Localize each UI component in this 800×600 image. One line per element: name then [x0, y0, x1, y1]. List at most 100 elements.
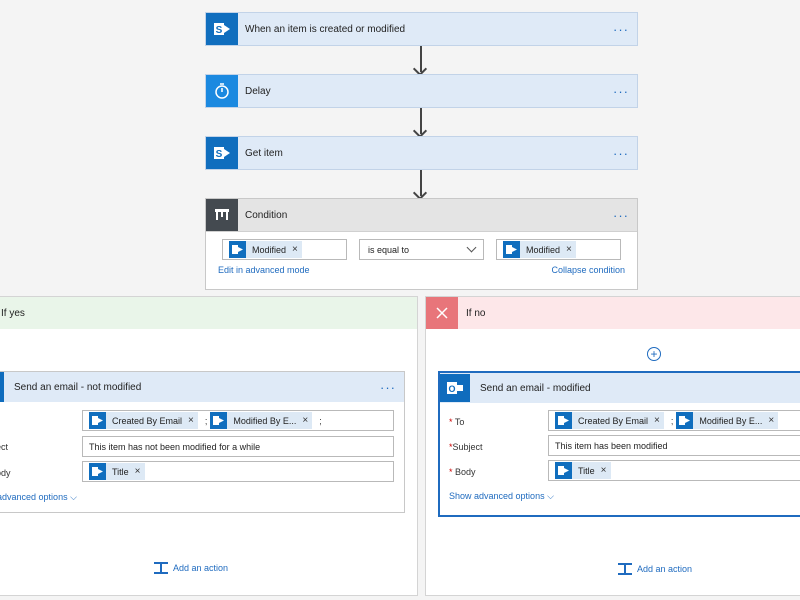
- remove-token-button[interactable]: ×: [654, 415, 660, 426]
- subject-value: This item has not been modified for a wh…: [89, 441, 261, 452]
- remove-token-button[interactable]: ×: [566, 244, 572, 255]
- delay-title: Delay: [245, 85, 271, 97]
- separator: ;: [204, 415, 208, 426]
- sharepoint-icon: [89, 412, 106, 429]
- subject-label: Subject: [0, 442, 9, 452]
- token-label: Modified By E...: [233, 415, 297, 426]
- condition-menu-button[interactable]: ···: [613, 209, 629, 222]
- show-advanced-label: Show advanced options: [449, 491, 545, 501]
- if-no-label: If no: [466, 307, 486, 319]
- add-action-label: Add an action: [637, 564, 693, 574]
- body-field[interactable]: Title ×: [548, 460, 800, 481]
- svg-text:S: S: [216, 25, 223, 36]
- subject-value: This item has been modified: [555, 440, 668, 451]
- trigger-step[interactable]: S When an item is created or modified ··…: [205, 12, 638, 46]
- get-item-step[interactable]: S Get item ···: [205, 136, 638, 170]
- trigger-title: When an item is created or modified: [245, 23, 406, 35]
- get-item-title: Get item: [245, 147, 283, 159]
- outlook-icon: [0, 372, 4, 402]
- chevron-down-icon: [466, 242, 477, 253]
- sharepoint-icon: [555, 412, 572, 429]
- insert-step-plus-icon[interactable]: +: [647, 347, 661, 361]
- token-title: Title ×: [89, 463, 145, 480]
- delay-step[interactable]: Delay ···: [205, 74, 638, 108]
- sharepoint-icon: S: [206, 13, 238, 45]
- edit-advanced-link[interactable]: Edit in advanced mode: [218, 265, 310, 275]
- collapse-condition-link[interactable]: Collapse condition: [551, 265, 625, 275]
- trigger-menu-button[interactable]: ···: [613, 23, 629, 36]
- subject-field[interactable]: This item has not been modified for a wh…: [82, 436, 394, 457]
- sharepoint-icon: [676, 412, 694, 429]
- send-email-title: Send an email - modified: [480, 382, 591, 394]
- remove-token-button[interactable]: ×: [601, 465, 607, 476]
- send-email-card: Send an email - not modified ··· Created…: [0, 371, 405, 513]
- show-advanced-label: Show advanced options: [0, 492, 68, 502]
- send-email-header[interactable]: O Send an email - modified: [440, 373, 800, 403]
- body-field[interactable]: Title ×: [82, 461, 394, 482]
- add-action-button[interactable]: Add an action: [617, 562, 692, 576]
- show-advanced-link[interactable]: Show advanced options ⌵: [0, 492, 77, 503]
- timer-icon: [206, 75, 238, 107]
- remove-token-button[interactable]: ×: [188, 415, 194, 426]
- token-modified-by-email: Modified By E... ×: [210, 412, 313, 429]
- condition-header[interactable]: Condition ···: [206, 199, 637, 232]
- token-modified-right: Modified ×: [503, 241, 576, 258]
- token-title: Title ×: [555, 462, 611, 479]
- if-no-header[interactable]: If no: [426, 297, 800, 329]
- remove-token-button[interactable]: ×: [135, 466, 141, 477]
- remove-token-button[interactable]: ×: [292, 244, 298, 255]
- add-action-icon: [154, 562, 168, 574]
- body-label-text: Body: [455, 467, 476, 477]
- sharepoint-icon: [89, 463, 106, 480]
- if-yes-header[interactable]: If yes: [0, 297, 417, 329]
- token-label: Title: [112, 466, 129, 477]
- subject-field[interactable]: This item has been modified: [548, 435, 800, 456]
- flow-arrow: [420, 46, 422, 72]
- sharepoint-icon: [555, 462, 572, 479]
- to-field[interactable]: Created By Email × ; Modified By E... × …: [82, 410, 394, 431]
- token-created-by-email: Created By Email ×: [89, 412, 198, 429]
- send-email-title: Send an email - not modified: [14, 381, 142, 393]
- to-label: * To: [449, 417, 465, 427]
- close-icon: [426, 297, 458, 329]
- chevron-down-icon: ⌵: [70, 492, 77, 502]
- subject-label: *Subject: [449, 442, 483, 452]
- to-field[interactable]: Created By Email × ; Modified By E... ×: [548, 410, 800, 431]
- add-action-button[interactable]: Add an action: [153, 561, 228, 575]
- condition-right-field[interactable]: Modified ×: [496, 239, 621, 260]
- delay-menu-button[interactable]: ···: [613, 85, 629, 98]
- to-label-text: To: [454, 417, 465, 427]
- separator: ;: [670, 415, 674, 426]
- send-email-header[interactable]: Send an email - not modified ···: [0, 372, 404, 402]
- sharepoint-icon: S: [206, 137, 238, 169]
- remove-token-button[interactable]: ×: [768, 415, 774, 426]
- add-action-icon: [618, 563, 632, 575]
- add-action-label: Add an action: [173, 563, 229, 573]
- remove-token-button[interactable]: ×: [302, 415, 308, 426]
- token-label: Modified: [252, 244, 287, 255]
- get-item-menu-button[interactable]: ···: [613, 147, 629, 160]
- send-email-menu-button[interactable]: ···: [380, 381, 396, 394]
- operator-dropdown[interactable]: is equal to: [359, 239, 484, 260]
- token-label: Title: [578, 465, 595, 476]
- body-label: Body: [0, 468, 11, 478]
- svg-text:O: O: [448, 384, 455, 394]
- sharepoint-icon: [210, 412, 228, 429]
- token-created-by-email: Created By Email ×: [555, 412, 664, 429]
- svg-text:S: S: [216, 149, 223, 160]
- flow-arrow: [420, 108, 422, 134]
- condition-icon: [206, 199, 238, 231]
- if-yes-branch: If yes Send an email - not modified ··· …: [0, 296, 418, 596]
- if-no-branch: If no + O Send an email - modified * To …: [425, 296, 800, 596]
- token-modified-by-email: Modified By E... ×: [676, 412, 779, 429]
- operator-value: is equal to: [368, 244, 410, 255]
- outlook-icon: O: [440, 374, 470, 402]
- sharepoint-icon: [229, 241, 246, 258]
- send-email-card: O Send an email - modified * To Created …: [438, 371, 800, 517]
- show-advanced-link[interactable]: Show advanced options ⌵: [449, 491, 554, 502]
- sharepoint-icon: [503, 241, 520, 258]
- condition-left-field[interactable]: Modified ×: [222, 239, 347, 260]
- condition-card: Condition ··· Modified × is equal to Mod…: [205, 198, 638, 290]
- if-yes-label: If yes: [1, 307, 25, 319]
- token-label: Created By Email: [112, 415, 183, 426]
